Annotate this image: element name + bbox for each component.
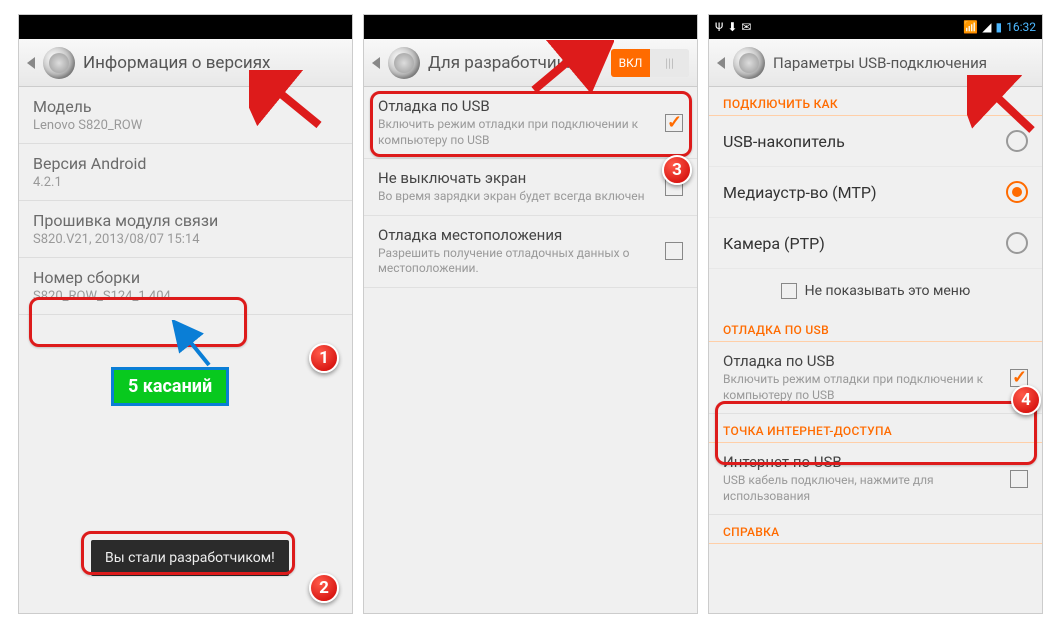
toggle-on-label: ВКЛ: [611, 49, 650, 77]
settings-icon: [733, 47, 765, 79]
toggle-off-label: |||: [650, 49, 689, 77]
info-item-baseband: Прошивка модуля связи S820.V21, 2013/08/…: [19, 201, 352, 258]
item-value: 4.2.1: [33, 175, 338, 190]
option-title: Отладка по USB: [378, 97, 657, 115]
option-sub: Разрешить получение отладочных данных о …: [378, 246, 657, 277]
option-title: Отладка по USB: [723, 352, 1002, 370]
download-icon: ⬇: [727, 20, 737, 34]
back-icon[interactable]: [372, 57, 380, 69]
option-mock-locations[interactable]: Отладка местоположения Разрешить получен…: [364, 216, 697, 288]
signal-icon: ◢: [982, 20, 991, 34]
checkbox[interactable]: [1010, 369, 1028, 387]
item-label: Версия Android: [33, 154, 338, 173]
option-usb-debugging[interactable]: Отладка по USB Включить режим отладки пр…: [709, 342, 1042, 414]
checkbox[interactable]: [665, 178, 683, 196]
title-bar[interactable]: Для разработчик… ВКЛ |||: [364, 39, 697, 87]
radio[interactable]: [1006, 181, 1028, 203]
option-title: Интернет по USB: [723, 453, 1002, 471]
usb-status-icon: Ψ: [715, 20, 723, 34]
radio-label: USB-накопитель: [723, 132, 996, 151]
section-connect-as: ПОДКЛЮЧИТЬ КАК: [709, 87, 1042, 116]
screen-title: Информация о версиях: [83, 53, 344, 73]
battery-icon: ▮: [996, 20, 1003, 34]
screenshot-version-info: Информация о версиях Модель Lenovo S820_…: [18, 14, 353, 614]
option-stay-awake[interactable]: Не выключать экран Во время зарядки экра…: [364, 159, 697, 216]
item-label: Номер сборки: [33, 268, 338, 287]
option-sub: Включить режим отладки при подключении к…: [378, 117, 657, 148]
master-toggle[interactable]: ВКЛ |||: [611, 49, 689, 77]
info-item-android-version: Версия Android 4.2.1: [19, 144, 352, 201]
radio-ptp[interactable]: Камера (PTP): [709, 218, 1042, 269]
status-bar: [19, 15, 352, 39]
screen-title: Параметры USB-подключения: [773, 54, 1034, 72]
radio-usb-storage[interactable]: USB-накопитель: [709, 116, 1042, 167]
option-title: Отладка местоположения: [378, 226, 657, 244]
developer-toast: Вы стали разработчиком!: [91, 540, 289, 576]
tooltip-taps: 5 касаний: [111, 367, 229, 406]
checkbox[interactable]: [781, 283, 797, 299]
status-bar: [364, 15, 697, 39]
item-value: S820.V21, 2013/08/07 15:14: [33, 232, 338, 247]
item-label: Модель: [33, 97, 338, 116]
clock-time: 16:32: [1006, 20, 1036, 34]
info-item-build-number[interactable]: Номер сборки S820_ROW_S124_1 404: [19, 258, 352, 315]
section-help: СПРАВКА: [709, 515, 1042, 544]
back-icon[interactable]: [717, 57, 725, 69]
section-usb-debug: ОТЛАДКА ПО USB: [709, 313, 1042, 342]
option-title: Не выключать экран: [378, 169, 657, 187]
step-badge-1: 1: [309, 343, 339, 373]
screen-title: Для разработчик…: [428, 53, 603, 73]
wifi-icon: 📶: [963, 20, 978, 34]
item-value: S820_ROW_S124_1 404: [33, 289, 338, 304]
title-bar[interactable]: Параметры USB-подключения: [709, 39, 1042, 87]
item-value: Lenovo S820_ROW: [33, 118, 338, 133]
section-tethering: ТОЧКА ИНТЕРНЕТ-ДОСТУПА: [709, 414, 1042, 443]
radio-label: Камера (PTP): [723, 234, 996, 253]
mail-icon: ✉: [741, 20, 751, 34]
dont-show-label: Не показывать это меню: [805, 283, 971, 299]
screenshot-usb-connection: Ψ ⬇ ✉ 📶 ◢ ▮ 16:32 Параметры USB-подключе…: [708, 14, 1043, 614]
option-sub: Во время зарядки экран будет всегда вклю…: [378, 189, 657, 205]
option-usb-debugging[interactable]: Отладка по USB Включить режим отладки пр…: [364, 87, 697, 159]
checkbox[interactable]: [1010, 470, 1028, 488]
item-label: Прошивка модуля связи: [33, 211, 338, 230]
screenshot-developer-options: Для разработчик… ВКЛ ||| Отладка по USB …: [363, 14, 698, 614]
option-sub: USB кабель подключен, нажмите для исполь…: [723, 473, 1002, 504]
option-sub: Включить режим отладки при подключении к…: [723, 372, 1002, 403]
option-usb-internet[interactable]: Интернет по USB USB кабель подключен, на…: [709, 443, 1042, 515]
dont-show-row[interactable]: Не показывать это меню: [709, 269, 1042, 313]
radio-label: Медиаустр-во (MTP): [723, 183, 996, 202]
step-badge-2: 2: [309, 573, 339, 603]
settings-icon: [43, 47, 75, 79]
status-bar: Ψ ⬇ ✉ 📶 ◢ ▮ 16:32: [709, 15, 1042, 39]
radio[interactable]: [1006, 130, 1028, 152]
title-bar[interactable]: Информация о версиях: [19, 39, 352, 87]
settings-icon: [388, 47, 420, 79]
back-icon[interactable]: [27, 57, 35, 69]
arrow-blue-icon: [169, 320, 219, 370]
checkbox[interactable]: [665, 242, 683, 260]
radio[interactable]: [1006, 232, 1028, 254]
info-item-model: Модель Lenovo S820_ROW: [19, 87, 352, 144]
checkbox[interactable]: [665, 114, 683, 132]
radio-mtp[interactable]: Медиаустр-во (MTP): [709, 167, 1042, 218]
